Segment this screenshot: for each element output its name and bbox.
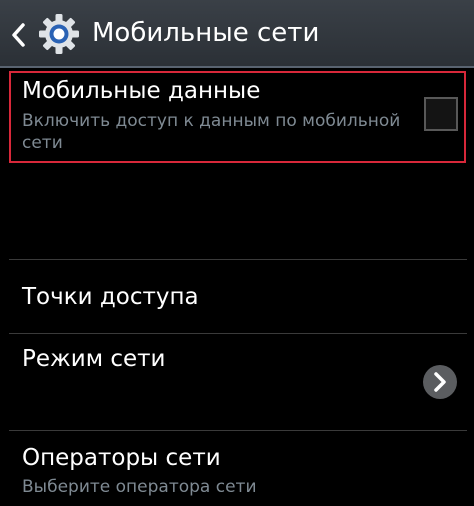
mobile-data-setting[interactable]: Мобильные данные Включить доступ к данны…	[0, 70, 474, 165]
access-points-title: Точки доступа	[22, 284, 199, 310]
mobile-data-title: Мобильные данные	[22, 78, 261, 104]
page-title: Мобильные сети	[92, 18, 320, 48]
gear-icon[interactable]	[38, 13, 80, 55]
mobile-data-checkbox[interactable]	[424, 97, 458, 131]
network-operators-subtitle: Выберите оператора сети	[22, 477, 257, 497]
network-operators-title: Операторы сети	[22, 445, 221, 471]
network-mode-title: Режим сети	[22, 346, 166, 372]
action-bar: Мобильные сети	[0, 0, 474, 68]
network-mode-setting[interactable]: Режим сети	[0, 334, 474, 430]
network-operators-setting[interactable]: Операторы сети Выберите оператора сети	[0, 431, 474, 506]
back-chevron-icon[interactable]	[10, 22, 26, 48]
access-points-setting[interactable]: Точки доступа	[0, 260, 474, 333]
chevron-right-icon[interactable]	[422, 364, 458, 400]
mobile-data-subtitle: Включить доступ к данным по мобильной се…	[22, 111, 401, 153]
